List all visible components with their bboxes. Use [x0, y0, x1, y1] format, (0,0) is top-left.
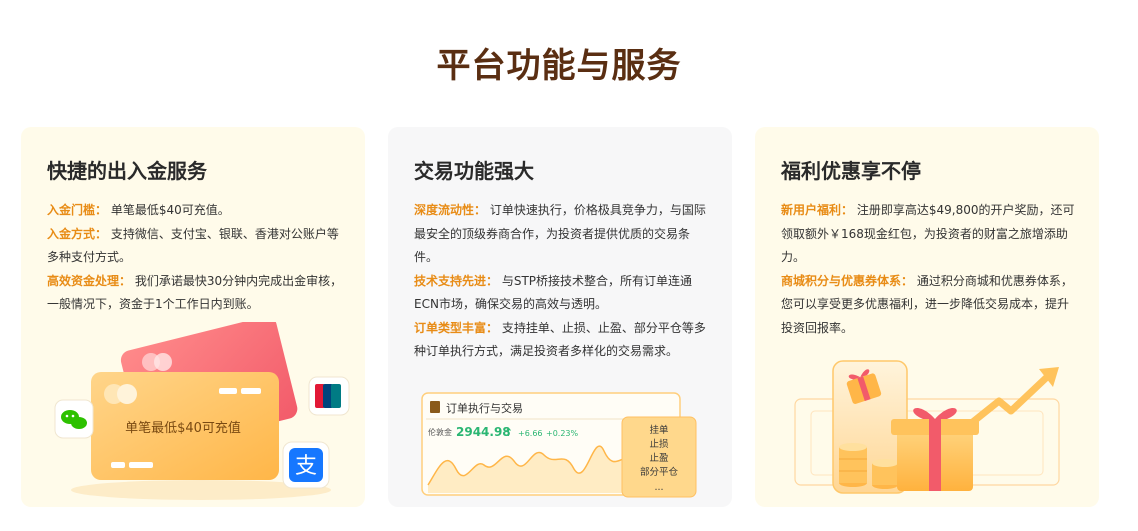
card-caption: 单笔最低$40可充值 [125, 420, 241, 436]
svg-text:...: ... [654, 482, 663, 493]
feature-item: 订单类型丰富： 支持挂单、止损、止盈、部分平仓等多种订单执行方式，满足投资者多样… [414, 320, 706, 359]
feature-item: 深度流动性： 订单快速执行，价格极具竞争力，与国际最安全的顶级券商合作，为投资者… [414, 203, 706, 264]
feature-item: 技术支持先进： 与STP桥接技术整合，所有订单连通ECN市场，确保交易的高效与透… [414, 273, 693, 312]
price-value: 2944.98 [456, 425, 511, 439]
card-title: 交易功能强大 [414, 159, 534, 183]
panel-title: 订单执行与交易 [446, 401, 523, 415]
section-title: 平台功能与服务 [436, 46, 682, 86]
svg-text:止损: 止损 [649, 438, 669, 450]
wechat-icon [54, 399, 94, 439]
document-icon [430, 401, 440, 413]
feature-item: 商城积分与优惠券体系： 通过积分商城和优惠券体系，您可以享受更多优惠福利，进一步… [781, 273, 1073, 335]
arrow-up-icon: ↑ [504, 426, 513, 439]
card-body: 新用户福利： 注册即享高达$49,800的开户奖励，还可领取额外￥168现金红包… [781, 199, 1079, 340]
alipay-icon: 支 [282, 441, 330, 489]
card-benefits: 福利优惠享不停 新用户福利： 注册即享高达$49,800的开户奖励，还可领取额外… [755, 127, 1099, 507]
feature-item: 新用户福利： 注册即享高达$49,800的开户奖励，还可领取额外￥168现金红包… [781, 203, 1075, 264]
platform-services-section: 平台功能与服务 快捷的出入金服务 入金门槛： 单笔最低$40可充值。 入金方式：… [0, 0, 1138, 531]
card-body: 入金门槛： 单笔最低$40可充值。 入金方式： 支持微信、支付宝、银联、香港对公… [47, 199, 345, 317]
svg-text:部分平仓: 部分平仓 [640, 466, 679, 478]
price-change-pct: +0.23% [546, 429, 579, 438]
card-trading-features: 交易功能强大 深度流动性： 订单快速执行，价格极具竞争力，与国际最安全的顶级券商… [388, 127, 732, 507]
unionpay-icon [308, 376, 350, 416]
feature-item: 入金门槛： 单笔最低$40可充值。 [47, 203, 230, 217]
symbol-label: 伦敦金 [428, 427, 452, 437]
card-title: 福利优惠享不停 [781, 159, 921, 183]
gift-rewards-illustration [794, 360, 1060, 494]
trend-arrow-icon [965, 373, 1051, 429]
card-body: 深度流动性： 订单快速执行，价格极具竞争力，与国际最安全的顶级券商合作，为投资者… [414, 199, 712, 364]
svg-text:止盈: 止盈 [649, 452, 669, 464]
card-title: 快捷的出入金服务 [47, 159, 207, 183]
svg-text:支: 支 [295, 454, 317, 479]
feature-item: 高效资金处理： 我们承诺最快30分钟内完成出金审核，一般情况下，资金于1个工作日… [47, 273, 343, 312]
svg-text:挂单: 挂单 [649, 424, 669, 436]
payment-cards-illustration: 单笔最低$40可充值 支 [54, 322, 350, 500]
price-change: +6.66 [518, 429, 543, 438]
trading-panel-illustration: 订单执行与交易 伦敦金 2944.98 ↑ +6.66 +0.23% 挂单 止损… [421, 392, 697, 498]
feature-item: 入金方式： 支持微信、支付宝、银联、香港对公账户等多种支付方式。 [47, 226, 339, 265]
gift-box-icon [891, 408, 979, 491]
card-deposit-withdrawal: 快捷的出入金服务 入金门槛： 单笔最低$40可充值。 入金方式： 支持微信、支付… [21, 127, 365, 507]
